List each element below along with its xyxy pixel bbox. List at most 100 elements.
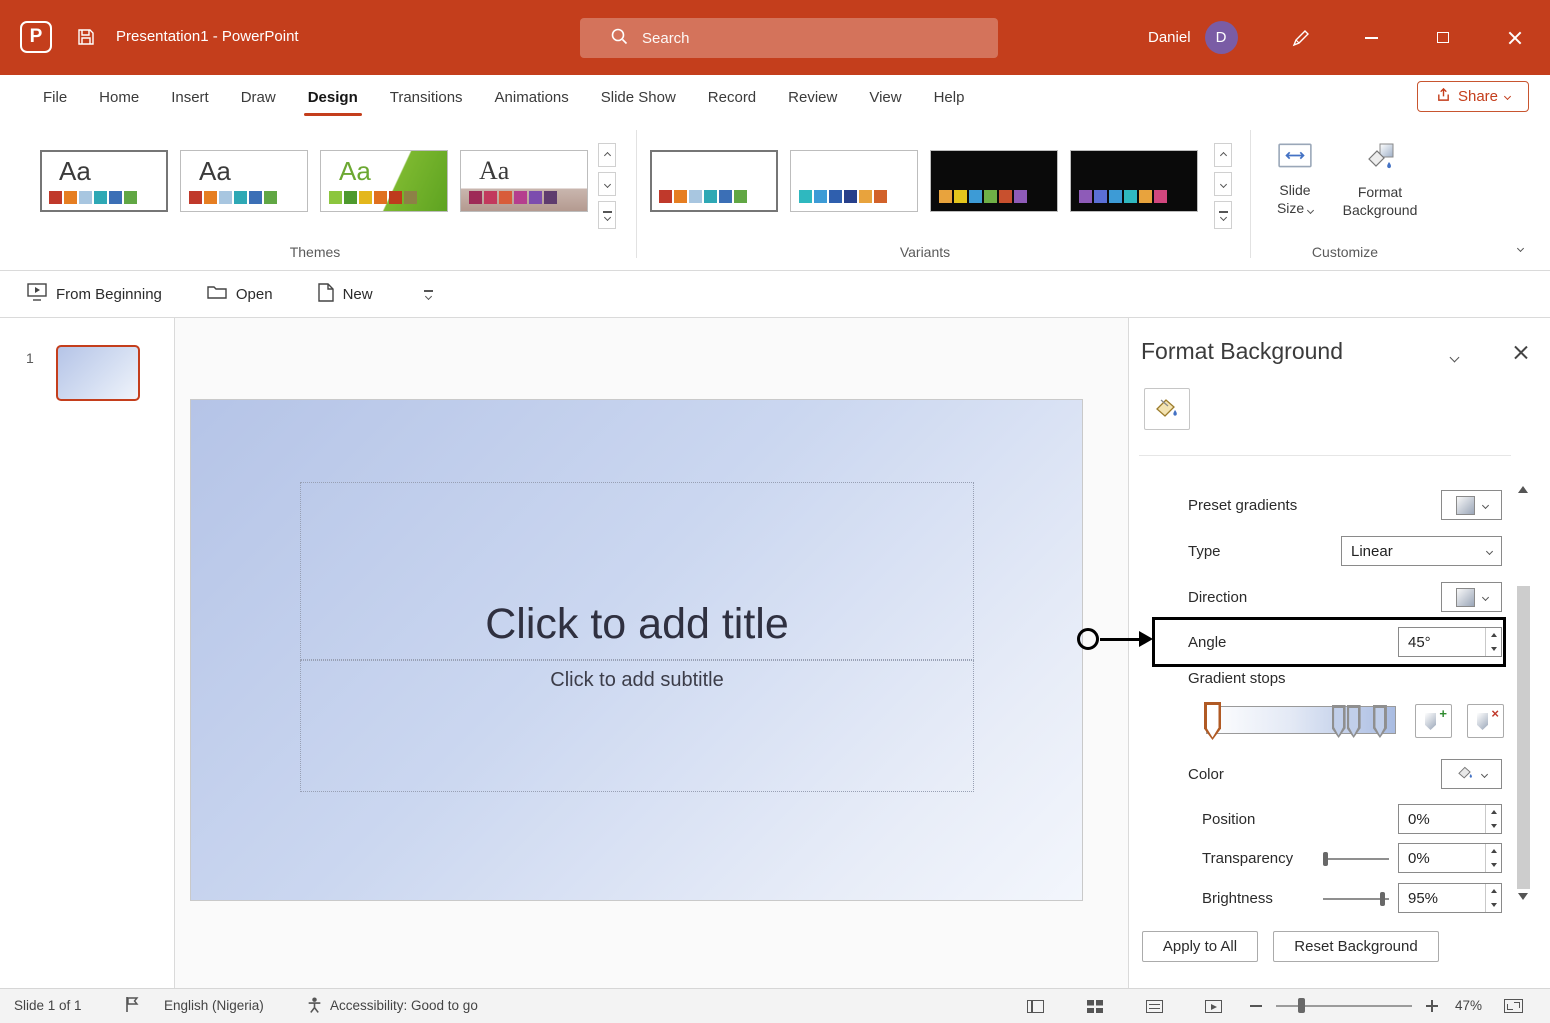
gradient-stop[interactable] (1347, 705, 1361, 738)
share-button[interactable]: Share (1417, 81, 1529, 112)
add-gradient-stop-button[interactable]: + (1415, 704, 1452, 738)
variant-thumbnail-1[interactable] (650, 150, 778, 212)
remove-gradient-stop-button[interactable]: × (1467, 704, 1504, 738)
user-name: Daniel (1148, 29, 1191, 46)
brightness-slider[interactable] (1323, 898, 1389, 900)
themes-more-button[interactable] (598, 201, 616, 229)
accessibility-status[interactable]: Accessibility: Good to go (330, 998, 478, 1013)
save-icon[interactable] (76, 27, 96, 52)
zoom-slider-thumb[interactable] (1298, 998, 1305, 1013)
gradient-stop-selected[interactable] (1204, 702, 1221, 740)
themes-scroll-down-button[interactable] (598, 172, 616, 196)
spin-down-button[interactable] (1486, 819, 1501, 833)
spin-down-button[interactable] (1486, 898, 1501, 912)
panel-scroll-down-button[interactable] (1518, 900, 1528, 918)
apply-to-all-button[interactable]: Apply to All (1142, 931, 1258, 962)
collapse-ribbon-button[interactable] (1508, 238, 1532, 258)
minimize-button[interactable] (1347, 0, 1395, 75)
subtitle-placeholder[interactable]: Click to add subtitle (300, 660, 974, 792)
gradient-stop[interactable] (1373, 705, 1387, 738)
new-document-icon (318, 283, 334, 306)
menu-tab-draw[interactable]: Draw (225, 75, 292, 120)
title-placeholder[interactable]: Click to add title (300, 482, 974, 660)
menu-tab-file[interactable]: File (27, 75, 83, 120)
menu-tab-help[interactable]: Help (918, 75, 981, 120)
variant-thumbnail-2[interactable] (790, 150, 918, 212)
spin-up-button[interactable] (1486, 884, 1501, 898)
variants-scroll-down-button[interactable] (1214, 172, 1232, 196)
slider-thumb[interactable] (1380, 892, 1385, 906)
spin-up-button[interactable] (1486, 628, 1501, 642)
normal-view-button[interactable] (1022, 997, 1048, 1016)
fit-slide-to-window-button[interactable] (1504, 999, 1523, 1013)
zoom-in-button[interactable] (1426, 1000, 1438, 1012)
variant-thumbnail-4[interactable] (1070, 150, 1198, 212)
color-dropdown[interactable] (1441, 759, 1502, 789)
spin-up-button[interactable] (1486, 844, 1501, 858)
themes-scroll-up-button[interactable] (598, 143, 616, 167)
slide-thumbnail-selected[interactable] (56, 345, 140, 401)
position-spinner[interactable]: 0% (1398, 804, 1502, 834)
spin-down-button[interactable] (1486, 642, 1501, 656)
menu-tab-view[interactable]: View (853, 75, 917, 120)
transparency-slider[interactable] (1323, 858, 1389, 860)
spin-up-button[interactable] (1486, 805, 1501, 819)
panel-collapse-button[interactable] (1451, 348, 1458, 366)
language-status[interactable]: English (Nigeria) (164, 998, 264, 1013)
maximize-button[interactable] (1419, 0, 1467, 75)
zoom-level[interactable]: 47% (1455, 998, 1482, 1013)
panel-scrollbar[interactable] (1517, 586, 1530, 889)
zoom-out-button[interactable] (1250, 1005, 1262, 1007)
preset-gradients-dropdown[interactable] (1441, 490, 1502, 520)
theme-thumbnail-3[interactable]: Aa (320, 150, 448, 212)
spin-down-button[interactable] (1486, 858, 1501, 872)
theme-thumbnail-4[interactable]: Aa (460, 150, 588, 212)
angle-spinner[interactable]: 45° (1398, 627, 1502, 657)
new-button[interactable]: New (318, 283, 373, 306)
format-background-button[interactable]: FormatBackground (1335, 142, 1425, 254)
accessibility-icon[interactable] (306, 996, 323, 1019)
gradient-stop[interactable] (1332, 705, 1346, 738)
slideshow-view-button[interactable] (1200, 997, 1226, 1016)
menu-tab-animations[interactable]: Animations (479, 75, 585, 120)
menu-tab-record[interactable]: Record (692, 75, 772, 120)
avatar[interactable]: D (1205, 21, 1238, 54)
menu-tab-slideshow[interactable]: Slide Show (585, 75, 692, 120)
variants-scroll-up-button[interactable] (1214, 143, 1232, 167)
open-button[interactable]: Open (207, 284, 273, 304)
proofing-icon[interactable] (124, 996, 139, 1018)
gradient-stops-bar[interactable] (1206, 706, 1396, 734)
panel-scroll-up-button[interactable] (1518, 469, 1528, 487)
brightness-spinner[interactable]: 95% (1398, 883, 1502, 913)
customize-quick-toolbar-button[interactable] (424, 290, 433, 299)
panel-close-button[interactable] (1513, 345, 1529, 361)
menu-tab-home[interactable]: Home (83, 75, 155, 120)
format-background-panel: Format Background Preset gradients Type … (1128, 318, 1550, 988)
theme-thumbnail-1[interactable]: Aa (40, 150, 168, 212)
slider-thumb[interactable] (1323, 852, 1328, 866)
zoom-slider[interactable] (1276, 1005, 1412, 1007)
menu-tab-design[interactable]: Design (292, 75, 374, 120)
menu-tab-transitions[interactable]: Transitions (374, 75, 479, 120)
variants-more-button[interactable] (1214, 201, 1232, 229)
type-select[interactable]: Linear (1341, 536, 1502, 566)
slide-sorter-view-button[interactable] (1082, 997, 1108, 1016)
fill-tab-button[interactable] (1144, 388, 1190, 430)
menu-tab-review[interactable]: Review (772, 75, 853, 120)
menu-tab-insert[interactable]: Insert (155, 75, 225, 120)
from-beginning-button[interactable]: From Beginning (27, 283, 162, 306)
slide-editing-surface[interactable]: Click to add title Click to add subtitle (190, 399, 1083, 901)
presenter-pen-icon[interactable] (1286, 24, 1316, 52)
account-area[interactable]: Daniel D (1148, 0, 1238, 75)
search-bar[interactable]: Search (580, 18, 998, 58)
slide-size-label-1: Slide (1279, 182, 1310, 198)
theme-thumbnail-2[interactable]: Aa (180, 150, 308, 212)
direction-dropdown[interactable] (1441, 582, 1502, 612)
reset-background-button[interactable]: Reset Background (1273, 931, 1439, 962)
slide-size-button[interactable]: SlideSize (1262, 142, 1328, 254)
powerpoint-logo-icon[interactable]: P (20, 21, 52, 53)
reading-view-button[interactable] (1141, 997, 1167, 1016)
variant-thumbnail-3[interactable] (930, 150, 1058, 212)
close-button[interactable] (1491, 0, 1539, 75)
transparency-spinner[interactable]: 0% (1398, 843, 1502, 873)
